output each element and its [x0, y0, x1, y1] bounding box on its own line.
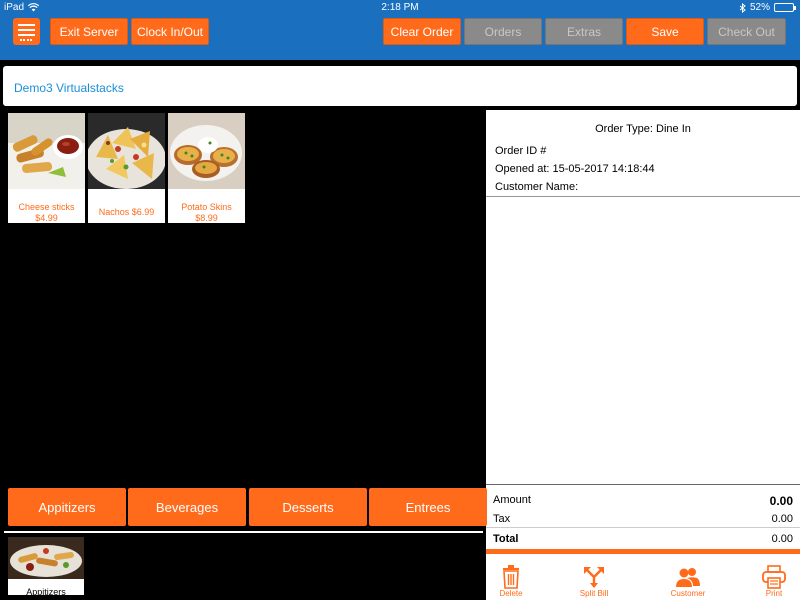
total-value: 0.00 [771, 533, 793, 545]
print-button[interactable]: Print [749, 565, 799, 598]
category-tab-beverages[interactable]: Beverages [128, 488, 246, 526]
potato-skins-image [168, 113, 245, 189]
subcategory-label: Appitizers [26, 587, 66, 597]
total-row: Total 0.00 [493, 533, 793, 545]
delete-button[interactable]: Delete [486, 565, 536, 598]
battery-icon [774, 3, 796, 12]
bluetooth-icon [739, 2, 746, 13]
clock-in-out-button[interactable]: Clock In/Out [131, 18, 209, 45]
tax-row: Tax 0.00 [493, 513, 793, 525]
order-panel: Order Type: Dine In Order ID # Opened at… [486, 110, 800, 600]
hamburger-icon [18, 24, 35, 26]
item-name: Cheese sticks [18, 202, 75, 212]
appitizers-image [8, 537, 84, 579]
trash-icon [503, 565, 519, 589]
item-label: Cheese sticks $4.99 [8, 202, 85, 224]
order-type: Order Type: Dine In [595, 123, 691, 135]
customer-button[interactable]: Customer [663, 565, 713, 598]
category-tab-entrees[interactable]: Entrees [369, 488, 487, 526]
check-out-button[interactable]: Check Out [707, 18, 786, 45]
split-bill-label: Split Bill [579, 589, 609, 598]
extras-button[interactable]: Extras [545, 18, 623, 45]
nachos-image [86, 113, 166, 189]
item-price: $4.99 [35, 213, 58, 223]
cheese-sticks-image [8, 113, 85, 189]
customers-icon [676, 568, 700, 587]
delete-label: Delete [499, 589, 523, 598]
printer-icon [762, 565, 786, 589]
exit-server-button[interactable]: Exit Server [50, 18, 128, 45]
orders-button[interactable]: Orders [464, 18, 542, 45]
menu-item-nachos[interactable]: Nachos $6.99 [86, 113, 166, 223]
store-name: Demo3 Virtualstacks [14, 81, 124, 95]
clock: 2:18 PM [381, 2, 419, 13]
accent-bar [486, 549, 800, 554]
menu-button[interactable] [13, 18, 40, 45]
print-label: Print [765, 589, 783, 598]
pos-app: iPad 2:18 PM 52% Exit Server Clock In/Ou… [0, 0, 800, 600]
total-label: Total [493, 533, 519, 545]
save-button[interactable]: Save [626, 18, 704, 45]
order-id: Order ID # [495, 145, 547, 157]
customer-label: Customer [670, 589, 706, 598]
item-name: Nachos $6.99 [98, 207, 155, 217]
item-label: Nachos $6.99 [88, 207, 165, 218]
store-header: Demo3 Virtualstacks [3, 66, 797, 106]
order-items-list[interactable] [486, 197, 800, 484]
amount-label: Amount [493, 494, 531, 506]
category-tab-desserts[interactable]: Desserts [249, 488, 367, 526]
split-icon [584, 567, 604, 588]
item-name: Potato Skins [181, 202, 232, 212]
category-divider [4, 531, 483, 533]
menu-item-cheese-sticks[interactable]: Cheese sticks $4.99 [8, 113, 85, 223]
order-opened: Opened at: 15-05-2017 14:18:44 [495, 163, 655, 175]
split-bill-button[interactable]: Split Bill [569, 565, 619, 598]
subcategory-appitizers[interactable]: Appitizers [8, 537, 84, 597]
customer-name[interactable]: Customer Name: [495, 181, 578, 193]
amount-value: 0.00 [769, 494, 793, 508]
category-tab-appitizers[interactable]: Appitizers [8, 488, 126, 526]
toolbar: Exit Server Clock In/Out Clear Order Ord… [0, 16, 800, 60]
item-price: $8.99 [195, 213, 218, 223]
divider [486, 527, 800, 528]
tax-value: 0.00 [771, 513, 793, 525]
tax-label: Tax [493, 513, 511, 525]
amount-row: Amount 0.00 [493, 494, 793, 508]
menu-item-potato-skins[interactable]: Potato Skins $8.99 [168, 113, 245, 223]
divider [486, 484, 800, 485]
clear-order-button[interactable]: Clear Order [383, 18, 461, 45]
status-bar: iPad 2:18 PM 52% [0, 0, 800, 16]
item-label: Potato Skins $8.99 [168, 202, 245, 224]
battery-percent: 52% [749, 2, 770, 13]
